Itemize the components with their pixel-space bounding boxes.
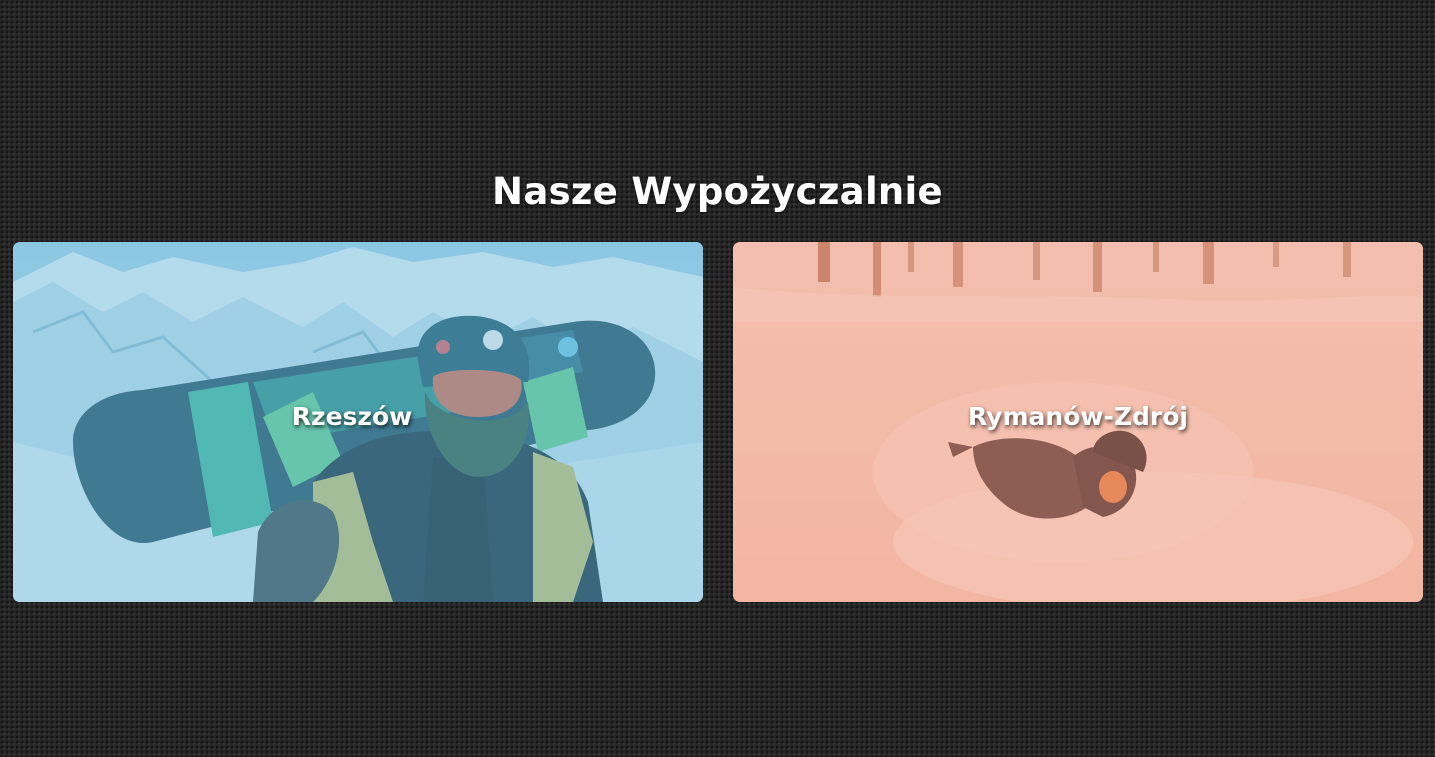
location-card-rymanow-zdroj[interactable]: Rymanów-Zdrój [733,242,1423,602]
location-name-rymanow-zdroj: Rymanów-Zdrój [968,402,1188,431]
rental-locations-grid: Rzeszów Rymanów-Zdrój [13,242,1423,602]
location-card-rzeszow[interactable]: Rzeszów [13,242,703,602]
location-name-rzeszow: Rzeszów [291,402,413,431]
page-title: Nasze Wypożyczalnie [492,170,943,213]
